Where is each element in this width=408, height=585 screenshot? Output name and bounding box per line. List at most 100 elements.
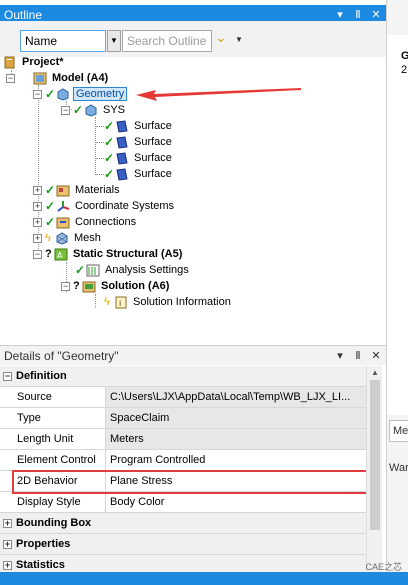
svg-text:A: A xyxy=(57,251,63,260)
tree-item-static-structural[interactable]: − ? A Static Structural (A5) xyxy=(33,246,184,262)
part-icon xyxy=(85,103,97,117)
model-icon xyxy=(33,72,47,84)
tree-item-coordinate-systems[interactable]: + ✓ Coordinate Systems xyxy=(33,198,176,214)
check-icon: ✓ xyxy=(45,215,56,229)
dropdown-icon[interactable]: ▾ xyxy=(334,346,346,366)
annotation-highlight-box xyxy=(12,470,371,494)
tree-label: Materials xyxy=(75,184,120,196)
project-icon xyxy=(4,56,15,68)
question-mark-icon: ? xyxy=(45,248,52,260)
solution-information-icon: i xyxy=(115,296,127,308)
graphics-area xyxy=(387,35,408,415)
tree-item-surface[interactable]: ✓ Surface xyxy=(96,118,174,134)
property-value[interactable]: Body Color xyxy=(106,492,366,512)
property-key: Element Control xyxy=(0,450,106,470)
collapse-icon[interactable]: − xyxy=(6,73,15,83)
tree-item-surface[interactable]: ✓ Surface xyxy=(96,150,174,166)
tree-label: Surface xyxy=(134,120,172,132)
search-filter-icon[interactable]: ⌄ xyxy=(215,29,227,46)
property-row-type[interactable]: Type SpaceClaim xyxy=(0,408,366,429)
tree-item-mesh[interactable]: + ϟ Mesh xyxy=(33,230,103,246)
expand-icon[interactable]: + xyxy=(33,217,42,227)
collapse-icon[interactable]: − xyxy=(3,371,12,381)
scroll-up-icon[interactable]: ▲ xyxy=(371,368,379,377)
expand-icon[interactable]: + xyxy=(3,560,12,570)
pin-icon[interactable]: Ⅱ xyxy=(352,346,364,366)
tree-item-solution-information[interactable]: ϟ i Solution Information xyxy=(104,294,233,310)
tree-item-solution[interactable]: − ? Solution (A6) xyxy=(61,278,171,294)
search-dropdown-icon[interactable]: ▼ xyxy=(235,35,243,44)
tree-item-connections[interactable]: + ✓ Connections xyxy=(33,214,138,230)
tree-label: Project* xyxy=(22,56,64,68)
surface-body-icon xyxy=(116,135,128,149)
expand-icon[interactable]: + xyxy=(33,201,42,211)
collapse-icon[interactable]: − xyxy=(33,249,42,259)
tree-item-model[interactable]: − Model (A4) xyxy=(6,70,110,86)
check-icon: ✓ xyxy=(45,199,56,213)
check-icon: ✓ xyxy=(45,87,56,101)
property-key: Length Unit xyxy=(0,429,106,449)
collapse-icon[interactable]: − xyxy=(33,89,42,99)
section-label: Properties xyxy=(16,538,71,550)
property-row-element-control[interactable]: Element Control Program Controlled xyxy=(0,450,366,471)
section-bounding-box[interactable]: + Bounding Box xyxy=(0,513,366,534)
details-grid: − Definition Source C:\Users\LJX\AppData… xyxy=(0,366,366,576)
scrollbar-thumb[interactable] xyxy=(370,380,380,530)
check-icon: ✓ xyxy=(104,167,115,181)
svg-text:i: i xyxy=(119,299,121,308)
collapse-icon[interactable]: − xyxy=(61,105,70,115)
tree-label-selected: Geometry xyxy=(73,87,128,101)
property-key: Source xyxy=(0,387,106,407)
chevron-down-icon[interactable]: ▼ xyxy=(107,30,121,52)
tree-item-sys[interactable]: − ✓ SYS xyxy=(61,102,127,118)
expand-icon[interactable]: + xyxy=(33,233,42,243)
check-icon: ✓ xyxy=(104,119,115,133)
section-definition[interactable]: − Definition xyxy=(0,366,366,387)
materials-icon xyxy=(56,185,70,196)
tree-label: Model (A4) xyxy=(52,72,109,84)
search-outline-input[interactable]: Search Outline xyxy=(122,30,212,52)
tree-item-project[interactable]: Project* xyxy=(2,54,66,70)
tree-label: Surface xyxy=(134,168,172,180)
static-structural-icon: A xyxy=(54,248,68,260)
surface-body-icon xyxy=(116,119,128,133)
name-filter-select[interactable]: Name xyxy=(20,30,106,52)
expand-icon[interactable]: + xyxy=(3,539,12,549)
surface-body-icon xyxy=(116,167,128,181)
tree-item-analysis-settings[interactable]: ✓ Analysis Settings xyxy=(75,262,191,278)
details-scrollbar[interactable]: ▲ xyxy=(366,366,382,572)
clipped-text: G xyxy=(401,50,408,62)
tree-label: Mesh xyxy=(74,232,101,244)
property-key: Display Style xyxy=(0,492,106,512)
geometry-icon xyxy=(57,87,69,101)
question-mark-icon: ? xyxy=(73,280,80,292)
messages-tab[interactable]: Me xyxy=(389,420,408,442)
section-properties[interactable]: + Properties xyxy=(0,534,366,555)
tree-item-surface[interactable]: ✓ Surface xyxy=(96,134,174,150)
property-value: C:\Users\LJX\AppData\Local\Temp\WB_LJX_L… xyxy=(106,387,366,407)
property-value[interactable]: Program Controlled xyxy=(106,450,366,470)
solution-icon xyxy=(82,281,96,292)
expand-icon[interactable]: + xyxy=(3,518,12,528)
check-icon: ✓ xyxy=(45,183,56,197)
property-row-display-style[interactable]: Display Style Body Color xyxy=(0,492,366,513)
collapse-icon[interactable]: − xyxy=(61,281,70,291)
check-icon: ✓ xyxy=(73,103,84,117)
surface-body-icon xyxy=(116,151,128,165)
property-row-source[interactable]: Source C:\Users\LJX\AppData\Local\Temp\W… xyxy=(0,387,366,408)
tree-item-surface[interactable]: ✓ Surface xyxy=(96,166,174,182)
property-row-length-unit[interactable]: Length Unit Meters xyxy=(0,429,366,450)
annotation-arrow-icon xyxy=(136,88,301,101)
close-icon[interactable]: ✕ xyxy=(370,346,382,366)
details-titlebar: Details of "Geometry" ▾ Ⅱ ✕ xyxy=(0,345,386,365)
property-value: SpaceClaim xyxy=(106,408,366,428)
lightning-icon: ϟ xyxy=(104,296,110,308)
tree-label: Surface xyxy=(134,136,172,148)
expand-icon[interactable]: + xyxy=(33,185,42,195)
lightning-icon: ϟ xyxy=(45,232,51,244)
check-icon: ✓ xyxy=(104,135,115,149)
clipped-text: War xyxy=(389,462,408,474)
tree-item-materials[interactable]: + ✓ Materials xyxy=(33,182,122,198)
tree-item-geometry[interactable]: − ✓ Geometry xyxy=(33,86,128,102)
property-value[interactable]: Meters xyxy=(106,429,366,449)
